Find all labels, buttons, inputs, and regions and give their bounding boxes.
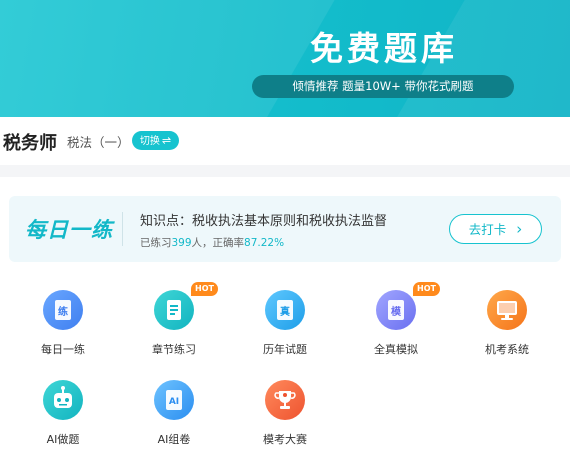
stats-prefix: 已练习 <box>140 237 172 249</box>
mock-exam-icon: 模 HOT <box>376 282 440 330</box>
feature-past-exams[interactable]: 真 历年试题 <box>245 290 325 357</box>
switch-arrows-icon: ⇌ <box>161 134 172 147</box>
course-name: 税法（一） <box>67 135 130 150</box>
stats-middle: 人，正确率 <box>191 237 245 249</box>
section-divider <box>0 165 570 177</box>
check-in-label: 去打卡 <box>468 222 507 237</box>
feature-ai-paper[interactable]: AI AI组卷 <box>134 380 214 447</box>
switch-label: 切换 <box>139 136 160 147</box>
chevron-right-icon: › <box>516 220 523 238</box>
promo-banner[interactable]: 免费题库 倾情推荐 题量10W+ 带你花式刷题 <box>0 0 570 117</box>
banner-title: 免费题库 <box>310 29 458 68</box>
feature-label: 历年试题 <box>263 343 307 356</box>
subject-bar: 税务师 税法（一） 切换 ⇌ <box>0 117 570 165</box>
hot-badge: HOT <box>413 282 440 296</box>
computer-exam-icon <box>487 290 527 330</box>
past-exam-icon: 真 <box>265 290 305 330</box>
chapter-icon: HOT <box>154 282 218 330</box>
feature-label: 全真模拟 <box>374 343 418 356</box>
svg-text:真: 真 <box>280 305 290 318</box>
practiced-count: 399 <box>171 237 192 249</box>
subject-title: 税务师 <box>3 133 57 154</box>
svg-text:AI: AI <box>169 397 179 407</box>
daily-practice-card[interactable]: 每日一练 知识点：税收执法基本原则和税收执法监督 已练习399人，正确率87.2… <box>9 196 561 262</box>
trophy-icon <box>265 380 305 420</box>
knowledge-point: 知识点：税收执法基本原则和税收执法监督 <box>140 214 388 229</box>
svg-text:模: 模 <box>391 305 402 318</box>
ai-robot-icon <box>43 380 83 420</box>
ai-paper-icon: AI <box>154 380 194 420</box>
banner-tagline: 倾情推荐 题量10W+ 带你花式刷题 <box>252 75 514 98</box>
daily-practice-logo: 每日一练 <box>25 218 113 242</box>
feature-computer-exam[interactable]: 机考系统 <box>467 290 547 357</box>
feature-daily-practice[interactable]: 练 每日一练 <box>23 290 103 357</box>
accuracy-rate: 87.22% <box>244 237 285 249</box>
practice-icon: 练 <box>43 290 83 330</box>
feature-label: AI组卷 <box>157 433 191 446</box>
card-divider <box>122 212 123 246</box>
feature-chapter-practice[interactable]: HOT 章节练习 <box>134 282 218 357</box>
feature-label: AI做题 <box>46 433 80 446</box>
feature-label: 每日一练 <box>41 343 85 356</box>
feature-ai-practice[interactable]: AI做题 <box>23 380 103 447</box>
check-in-button[interactable]: 去打卡 › <box>449 214 542 244</box>
feature-label: 机考系统 <box>485 343 529 356</box>
practice-stats: 已练习399人，正确率87.22% <box>140 235 284 250</box>
switch-subject-button[interactable]: 切换 ⇌ <box>132 131 179 150</box>
feature-mock-exam[interactable]: 模 HOT 全真模拟 <box>356 282 440 357</box>
feature-mock-contest[interactable]: 模考大赛 <box>245 380 325 447</box>
feature-label: 模考大赛 <box>263 433 307 446</box>
hot-badge: HOT <box>191 282 218 296</box>
feature-label: 章节练习 <box>152 343 196 356</box>
svg-text:练: 练 <box>58 305 68 318</box>
